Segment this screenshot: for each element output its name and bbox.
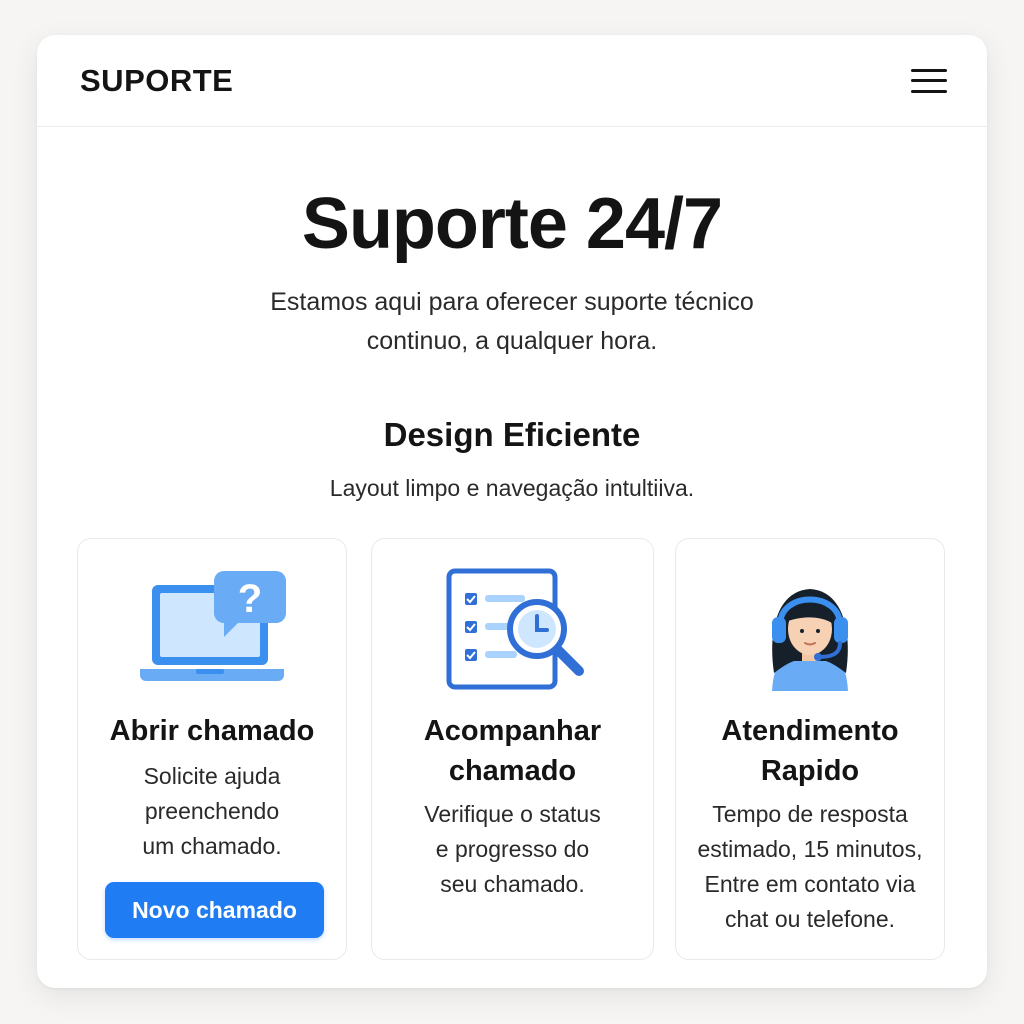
card-track-ticket: Acompanhar chamado Verifique o status e … [371,538,654,960]
svg-text:?: ? [238,577,262,621]
top-bar: SUPORTE [37,35,987,127]
card-title: Abrir chamado [109,715,315,747]
card-description: Tempo de resposta estimado, 15 minutos, … [697,801,923,932]
brand-logo[interactable]: SUPORTE [80,63,233,99]
card-fast-support: Atendimento Rapido Tempo de resposta est… [675,538,945,960]
support-agent-headset-icon [676,563,944,693]
section-title: Design Eficiente [383,416,641,453]
card-title: Atendimento Rapido [721,715,899,787]
section-subtitle: Layout limpo e navegação intultiiva. [329,475,695,501]
card-description: Solicite ajuda preenchendo um chamado. [142,763,282,859]
app-window: SUPORTE Suporte 24/7 Estamos aqui para o… [37,35,987,988]
card-description: Verifique o status e progresso do seu ch… [424,801,601,897]
hero-title: Suporte 24/7 [301,184,723,264]
hero-subtitle: Estamos aqui para oferecer suporte técni… [270,288,754,355]
laptop-question-icon: ? [78,563,346,693]
checklist-clock-search-icon [372,563,653,693]
card-open-ticket: ? Abrir chamado Solicite ajuda preenchen… [77,538,347,960]
hamburger-menu-icon[interactable] [911,67,947,95]
card-title: Acompanhar chamado [423,715,602,787]
new-ticket-button[interactable]: Novo chamado [105,882,324,938]
